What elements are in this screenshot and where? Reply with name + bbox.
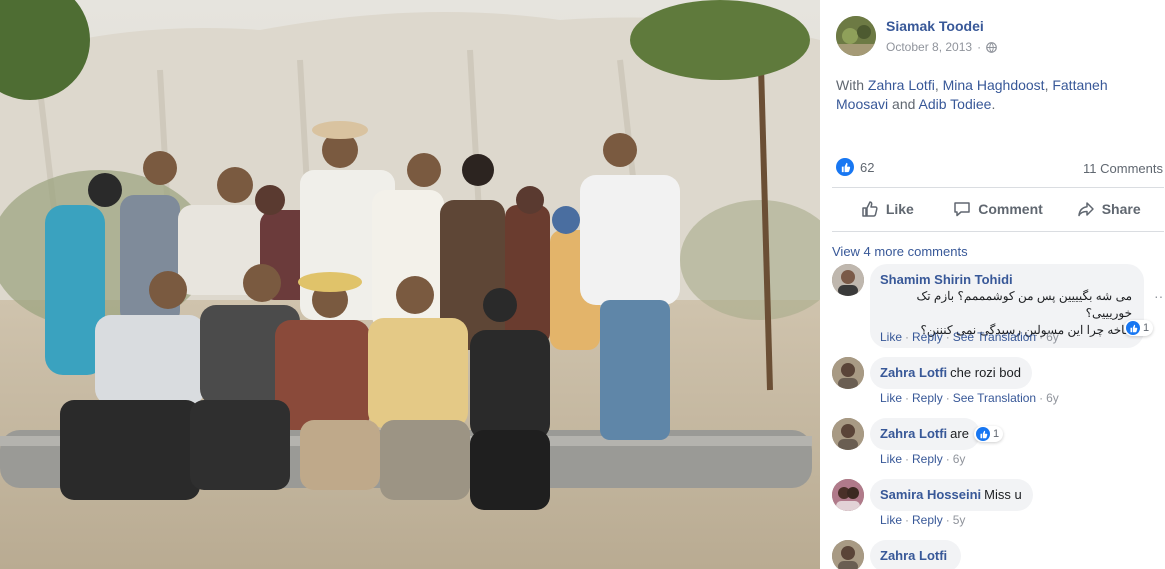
with-prefix: With: [836, 77, 868, 93]
reaction-count: 1: [1143, 322, 1150, 334]
comment-icon: [954, 202, 970, 217]
divider: [832, 231, 1164, 232]
like-button[interactable]: Like: [832, 192, 943, 226]
comments-count[interactable]: 11 Comments: [1083, 161, 1163, 176]
dot-separator: ·: [945, 452, 950, 466]
author-avatar[interactable]: [836, 16, 876, 56]
like-label: Like: [885, 201, 914, 217]
comment-bubble: Zahra Lotfi che rozi bod: [870, 357, 1032, 389]
comment-like-link[interactable]: Like: [880, 452, 902, 466]
reaction-count: 1: [993, 428, 1000, 440]
comment-actions: Like · Reply · 5y: [880, 513, 965, 527]
dot-separator: ·: [945, 330, 950, 344]
commenter-avatar[interactable]: [832, 479, 864, 511]
post-meta: October 8, 2013 ·: [886, 40, 997, 54]
tagged-people: With Zahra Lotfi, Mina Haghdoost, Fattan…: [836, 76, 1156, 114]
comment-like-link[interactable]: Like: [880, 330, 902, 344]
dot-separator: ·: [905, 391, 910, 405]
tag-link[interactable]: Mina Haghdoost: [943, 77, 1045, 93]
comment-time[interactable]: 6y: [1046, 391, 1059, 405]
comment-text: Miss u: [984, 487, 1022, 502]
like-reaction-icon: [836, 158, 854, 176]
dot-separator: ·: [905, 513, 910, 527]
view-more-comments[interactable]: View 4 more comments: [832, 244, 968, 259]
comment-text: che rozi bod: [950, 365, 1021, 380]
comment-text: are: [950, 426, 969, 441]
commenter-avatar[interactable]: [832, 357, 864, 389]
separator: .: [991, 96, 996, 112]
commenter-name[interactable]: Shamim Shirin Tohidi: [880, 272, 1013, 287]
post-photo[interactable]: [0, 0, 820, 569]
commenter-avatar[interactable]: [832, 264, 864, 296]
commenter-name[interactable]: Samira Hosseini: [880, 487, 981, 502]
dot-separator: ·: [905, 452, 910, 466]
post-date[interactable]: October 8, 2013: [886, 40, 972, 54]
dot-separator: ·: [945, 391, 950, 405]
dot-separator: ·: [1039, 391, 1044, 405]
share-icon: [1077, 202, 1094, 217]
tag-link[interactable]: Zahra Lotfi: [868, 77, 935, 93]
comment-actions: Like · Reply · 6y: [880, 452, 965, 466]
comment-time[interactable]: 6y: [953, 452, 966, 466]
like-reaction-icon: [976, 427, 990, 441]
group-photo-illustration: [0, 0, 820, 569]
post-side-panel: Siamak Toodei October 8, 2013 · With Zah…: [820, 0, 1165, 569]
commenter-avatar[interactable]: [832, 540, 864, 569]
see-translation-link[interactable]: See Translation: [953, 391, 1036, 405]
reaction-count: 62: [860, 159, 875, 175]
comment-button[interactable]: Comment: [943, 192, 1054, 226]
share-button[interactable]: Share: [1053, 192, 1164, 226]
comment-bubble: Zahra Lotfi are: [870, 418, 980, 450]
dot-separator: ·: [905, 330, 910, 344]
like-reaction-icon: [1126, 321, 1140, 335]
comment-reply-link[interactable]: Reply: [912, 513, 943, 527]
comment-bubble: Samira Hosseini Miss u: [870, 479, 1033, 511]
comment-reply-link[interactable]: Reply: [912, 330, 943, 344]
commenter-name[interactable]: Zahra Lotfi: [880, 365, 947, 380]
commenter-name[interactable]: Zahra Lotfi: [880, 426, 947, 441]
commenter-name[interactable]: Zahra Lotfi: [880, 548, 947, 563]
thumbs-up-icon: [862, 201, 878, 217]
comment-reactions[interactable]: 1: [974, 426, 1004, 442]
globe-icon: [986, 41, 997, 53]
comment-bubble: Zahra Lotfi: [870, 540, 962, 569]
dot-separator: ·: [1039, 330, 1044, 344]
comment-actions: Like · Reply · See Translation · 6y: [880, 330, 1059, 344]
comment-like-link[interactable]: Like: [880, 513, 902, 527]
comment-reply-link[interactable]: Reply: [912, 391, 943, 405]
comment-label: Comment: [978, 201, 1043, 217]
reaction-summary[interactable]: 62: [836, 158, 874, 176]
separator: ,: [934, 77, 943, 93]
comment-like-link[interactable]: Like: [880, 391, 902, 405]
share-label: Share: [1101, 201, 1141, 217]
dot-separator: ·: [945, 513, 950, 527]
author-name[interactable]: Siamak Toodei: [886, 18, 984, 34]
separator: and: [888, 96, 919, 112]
tag-link[interactable]: Adib Todiee: [919, 96, 992, 112]
post-actions: Like Comment Share: [832, 192, 1164, 226]
comment-actions: Like · Reply · See Translation · 6y: [880, 391, 1059, 405]
comment-reply-link[interactable]: Reply: [912, 452, 943, 466]
dot-separator: ·: [977, 40, 982, 54]
divider: [832, 187, 1164, 188]
comment-time[interactable]: 5y: [953, 513, 966, 527]
comment-text: می شه بگیییین پس من کوشمممم؟ بازم تک خور…: [916, 289, 1132, 320]
comment-time[interactable]: 6y: [1046, 330, 1059, 344]
comment-reactions[interactable]: 1: [1124, 320, 1154, 336]
see-translation-link[interactable]: See Translation: [953, 330, 1036, 344]
commenter-avatar[interactable]: [832, 418, 864, 450]
